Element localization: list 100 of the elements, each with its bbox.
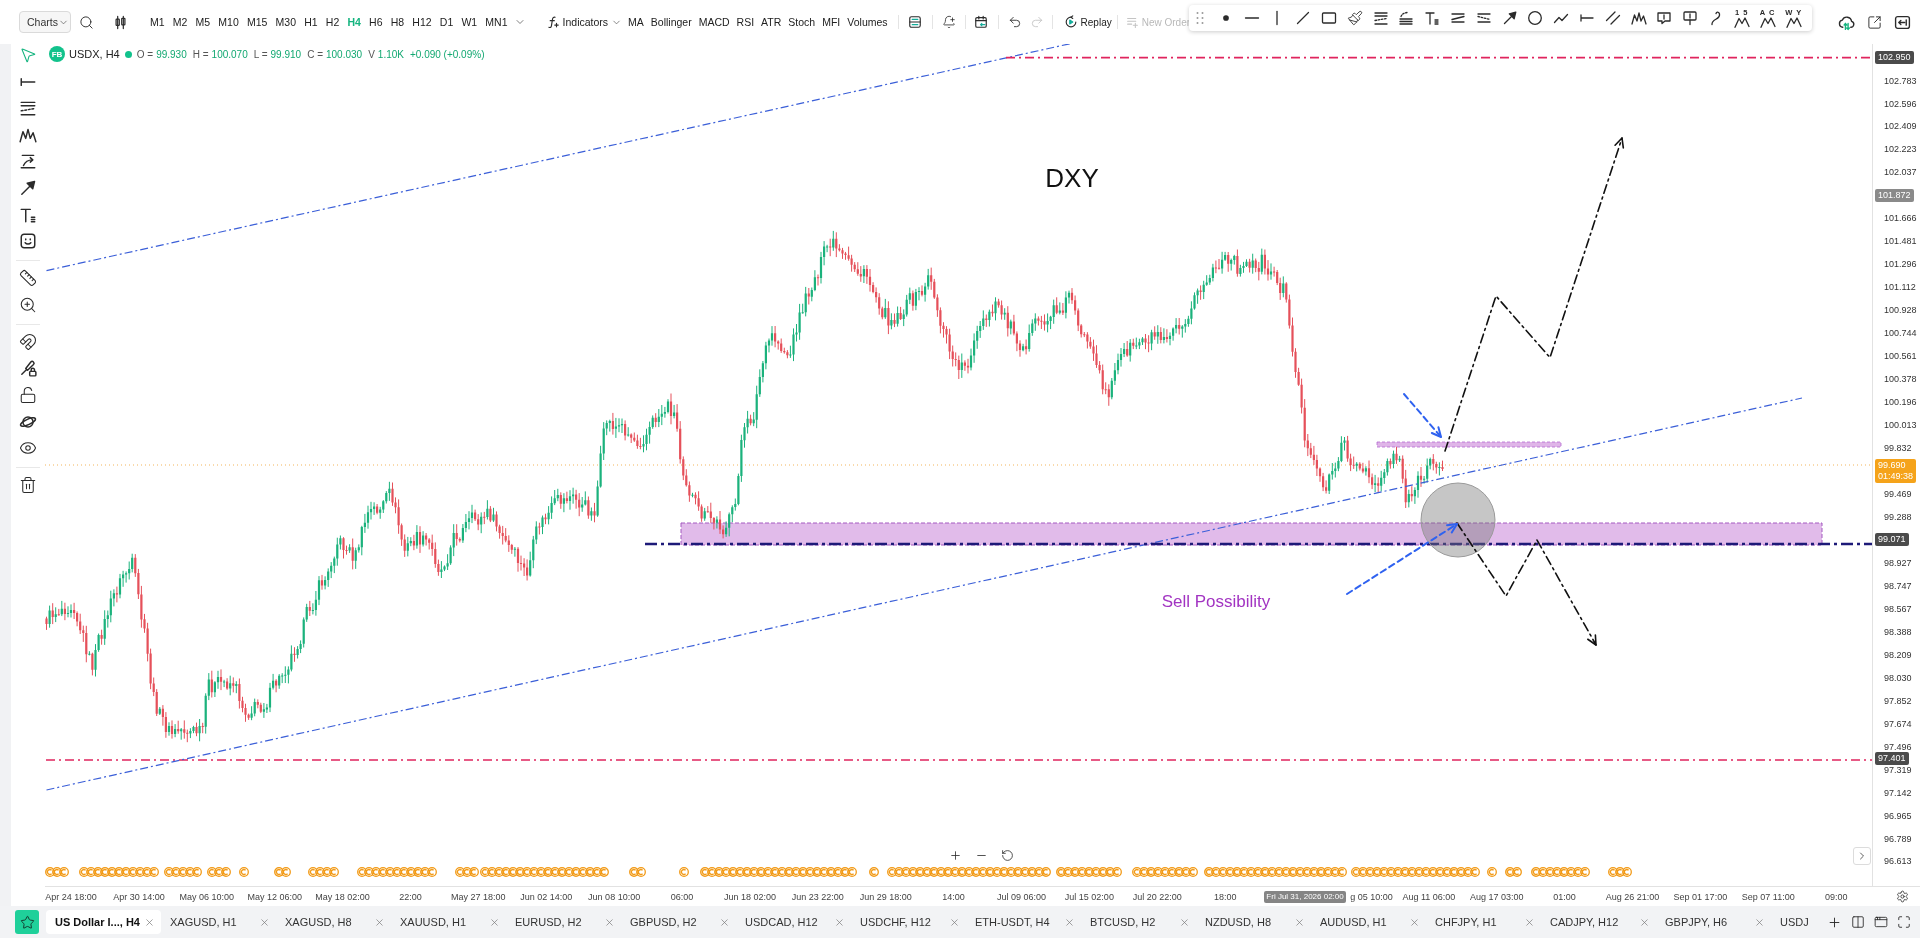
price-label: 96.613 (1884, 856, 1912, 867)
timeframe-tab[interactable]: H8 (390, 16, 405, 28)
symbol-tab[interactable]: NZDUSD, H8 (1196, 910, 1311, 934)
timeframe-tab[interactable]: H12 (412, 16, 432, 28)
timeframe-tab[interactable]: D1 (439, 16, 454, 28)
trend-line-icon[interactable] (1295, 10, 1312, 26)
timeframe-tab[interactable]: H1 (304, 16, 318, 28)
symbol-tab[interactable]: US Dollar I..., H4 (46, 910, 161, 934)
symbol-name[interactable]: USDX, H4 (69, 48, 120, 60)
unlock-icon[interactable] (19, 385, 37, 404)
parallel-lines-icon[interactable] (1604, 10, 1621, 26)
price-label: 99.288 (1884, 511, 1912, 522)
external-link-icon[interactable] (1867, 14, 1882, 30)
close-icon[interactable] (144, 916, 155, 928)
price-label: 97.142 (1884, 787, 1912, 798)
timeframe-tab[interactable]: M30 (275, 16, 297, 28)
chart-note: Sell Possibility (1161, 592, 1271, 612)
smiley-icon[interactable] (19, 232, 37, 251)
list-panel-icon[interactable] (907, 15, 922, 29)
indicators-menu-button[interactable]: Indicators (545, 15, 623, 29)
symbol-tab[interactable]: USDCAD, H12 (736, 910, 851, 934)
brush-icon[interactable] (1346, 10, 1363, 26)
time-label: Jun 08 10:00 (588, 891, 641, 902)
time-label: 01:00 (1553, 891, 1576, 902)
panel-exit-icon[interactable] (1894, 13, 1911, 31)
circle-icon[interactable] (1527, 10, 1544, 26)
bell-plus-icon[interactable] (941, 15, 956, 29)
favorites-button[interactable] (15, 910, 39, 934)
symbol-tab[interactable]: EURUSD, H2 (506, 910, 621, 934)
timeframe-tab[interactable]: MN1 (485, 16, 508, 28)
indicator-shortcut[interactable]: ATR (761, 16, 782, 28)
price-label: 98.030 (1884, 672, 1912, 683)
arrow-icon[interactable] (1501, 10, 1518, 26)
cursor-icon[interactable] (19, 46, 37, 64)
indicator-shortcut[interactable]: Stoch (788, 16, 816, 28)
symbol-tab[interactable]: USDCHF, H12 (851, 910, 966, 934)
search-icon[interactable] (79, 14, 94, 30)
symbol-tab[interactable]: ETH-USDT, H4 (966, 910, 1081, 934)
timeframe-tab[interactable]: W1 (461, 16, 478, 28)
reset-icon[interactable] (1001, 849, 1014, 862)
dashed-channel-icon[interactable] (1475, 10, 1492, 26)
price-label: 96.789 (1884, 833, 1912, 844)
price-label: 100.561 (1884, 351, 1917, 362)
symbol-tab[interactable]: AUDUSD, H1 (1311, 910, 1426, 934)
peaks-icon[interactable] (1630, 10, 1647, 26)
symbol-tab[interactable]: XAGUSD, H1 (161, 910, 276, 934)
ruler-icon[interactable] (19, 269, 37, 288)
cloud-sync-icon[interactable] (1838, 13, 1855, 31)
settings-icon[interactable] (1896, 890, 1909, 903)
price-flag-icon[interactable] (1682, 10, 1699, 26)
indicator-shortcut[interactable]: Bollinger (650, 16, 692, 28)
timeframe-tab[interactable]: M10 (218, 16, 239, 28)
price-label: 101.296 (1884, 259, 1917, 270)
time-label: Aug 26 21:00 (1605, 891, 1660, 902)
symbol-tab[interactable]: XAUUSD, H1 (391, 910, 506, 934)
fullscreen-icon[interactable] (1897, 915, 1911, 929)
undo-icon[interactable] (1007, 15, 1022, 29)
timeframe-tab[interactable]: M2 (172, 16, 188, 28)
symbol-tab[interactable]: GBPJPY, H6 (1656, 910, 1771, 934)
plus-icon[interactable] (1827, 914, 1842, 930)
timeframe-tab[interactable]: M5 (195, 16, 211, 28)
price-label: 100.378 (1884, 374, 1917, 385)
time-label: Aug 17 03:00 (1469, 891, 1524, 902)
window-icon[interactable] (1874, 915, 1888, 929)
symbol-tab[interactable]: GBPUSD, H2 (621, 910, 736, 934)
zoom-in-icon[interactable] (19, 295, 37, 314)
candles-icon[interactable] (113, 14, 128, 30)
timeframe-tab[interactable]: H2 (325, 16, 340, 28)
stacked-lines-icon[interactable] (1372, 10, 1389, 26)
replay-button[interactable]: Replay (1063, 15, 1112, 29)
indicator-shortcut[interactable]: MA (628, 16, 644, 28)
plus-icon[interactable] (949, 849, 962, 862)
split-view-icon[interactable] (1851, 915, 1865, 929)
indicator-shortcut[interactable]: MACD (698, 16, 730, 28)
charts-menu-button[interactable]: Charts (19, 11, 71, 33)
brush-lock-icon[interactable] (19, 359, 37, 378)
curved-arrow-icon[interactable] (19, 152, 37, 171)
price-label: 102.409 (1884, 121, 1917, 132)
timeframe-tab[interactable]: M1 (150, 16, 165, 28)
trash-icon[interactable] (19, 476, 37, 495)
price-label: 97.852 (1884, 695, 1912, 706)
channel-icon[interactable] (1449, 10, 1466, 26)
symbol-tab[interactable]: USDJ (1771, 910, 1812, 934)
symbol-tab[interactable]: CHFJPY, H1 (1426, 910, 1541, 934)
timeframe-tab[interactable]: M15 (246, 16, 268, 28)
speech-bubble-icon[interactable] (1656, 10, 1673, 26)
fan-lines-icon[interactable] (1398, 10, 1415, 26)
symbol-tab[interactable]: BTCUSD, H2 (1081, 910, 1196, 934)
text-icon[interactable] (1424, 10, 1441, 26)
indicator-shortcut[interactable]: MFI (822, 16, 841, 28)
rectangle-icon[interactable] (1321, 10, 1337, 26)
symbol-tab[interactable]: CADJPY, H12 (1541, 910, 1656, 934)
magnet-icon[interactable] (19, 332, 37, 351)
arrow-icon[interactable] (19, 178, 37, 197)
stacked-lines-icon[interactable] (19, 99, 37, 118)
indicator-shortcut[interactable]: Volumes (847, 16, 888, 28)
indicator-shortcut[interactable]: RSI (736, 16, 755, 28)
time-label: Jul 20 22:00 (1132, 891, 1182, 902)
symbol-tab[interactable]: XAGUSD, H8 (276, 910, 391, 934)
timeframe-tab[interactable]: H6 (369, 16, 383, 28)
